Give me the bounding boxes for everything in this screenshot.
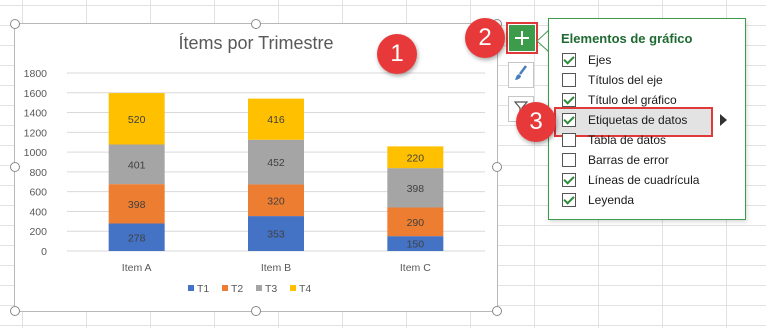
y-tick-label: 1200: [24, 127, 48, 139]
legend-swatch: [188, 285, 194, 291]
option-gridlines[interactable]: Líneas de cuadrícula: [562, 171, 699, 189]
legend-label: T3: [265, 283, 277, 295]
resize-handle-left[interactable]: [10, 162, 20, 172]
y-tick-label: 1400: [24, 108, 48, 120]
data-table-checkbox[interactable]: [562, 133, 576, 147]
resize-handle-top-left[interactable]: [10, 19, 20, 29]
resize-handle-top[interactable]: [251, 19, 261, 29]
data-label: 398: [128, 199, 146, 211]
legend-label: T1: [197, 283, 209, 295]
data-label: 520: [128, 114, 146, 126]
chart-title-checkbox[interactable]: [562, 93, 576, 107]
paintbrush-icon: [512, 64, 530, 87]
y-tick-label: 1600: [24, 88, 48, 100]
data-label: 290: [407, 217, 425, 229]
option-error-bars[interactable]: Barras de error: [562, 151, 669, 169]
option-axes[interactable]: Ejes: [562, 51, 611, 69]
error-bars-checkbox[interactable]: [562, 153, 576, 167]
data-label: 150: [407, 239, 425, 251]
axis-titles-checkbox[interactable]: [562, 73, 576, 87]
data-label: 220: [407, 152, 425, 164]
y-tick-label: 1800: [24, 68, 48, 80]
panel-title: Elementos de gráfico: [561, 31, 693, 46]
x-tick-label: Item C: [400, 262, 431, 274]
step-badge-3: 3: [516, 102, 556, 142]
axes-checkbox[interactable]: [562, 53, 576, 67]
legend-swatch: [290, 285, 296, 291]
chart-area[interactable]: Ítems por Trimestre 0 200 400 600 800 1000 120…: [14, 23, 498, 312]
option-data-table[interactable]: Tabla de datos: [562, 131, 666, 149]
resize-handle-right[interactable]: [492, 162, 502, 172]
data-label: 452: [267, 157, 285, 169]
step-badge-2: 2: [465, 18, 505, 58]
legend-checkbox[interactable]: [562, 193, 576, 207]
y-tick-label: 600: [29, 187, 47, 199]
option-axis-titles[interactable]: Títulos del eje: [562, 71, 663, 89]
data-label: 320: [267, 195, 285, 207]
more-options-arrow-icon[interactable]: [720, 114, 727, 126]
legend-label: T4: [299, 283, 311, 295]
resize-handle-bottom[interactable]: [251, 306, 261, 316]
chart-styles-button[interactable]: [508, 62, 534, 88]
y-tick-label: 0: [41, 246, 47, 258]
data-label: 401: [128, 159, 146, 171]
resize-handle-bottom-left[interactable]: [10, 306, 20, 316]
legend-swatch: [222, 285, 228, 291]
step-badge-1: 1: [377, 34, 417, 74]
x-tick-label: Item A: [122, 262, 152, 274]
data-label: 278: [128, 232, 146, 244]
data-label: 398: [407, 183, 425, 195]
y-tick-label: 1000: [24, 147, 48, 159]
data-label: 416: [267, 114, 285, 126]
gridlines-checkbox[interactable]: [562, 173, 576, 187]
stacked-bar-chart: 0 200 400 600 800 1000 1200 1400 1600 1800 278 398 4…: [24, 68, 485, 295]
chart-elements-button[interactable]: [506, 22, 538, 54]
y-tick-label: 400: [29, 206, 47, 218]
option-legend[interactable]: Leyenda: [562, 191, 634, 209]
resize-handle-bottom-right[interactable]: [492, 306, 502, 316]
option-chart-title[interactable]: Título del gráfico: [562, 91, 677, 109]
data-label: 353: [267, 229, 285, 241]
x-tick-label: Item B: [261, 262, 291, 274]
option-data-labels[interactable]: Etiquetas de datos: [562, 111, 687, 129]
data-labels-checkbox[interactable]: [562, 113, 576, 127]
chart-elements-icon: [508, 24, 536, 52]
y-tick-label: 200: [29, 226, 47, 238]
legend-label: T2: [231, 283, 243, 295]
y-tick-label: 800: [29, 167, 47, 179]
legend-swatch: [256, 285, 262, 291]
